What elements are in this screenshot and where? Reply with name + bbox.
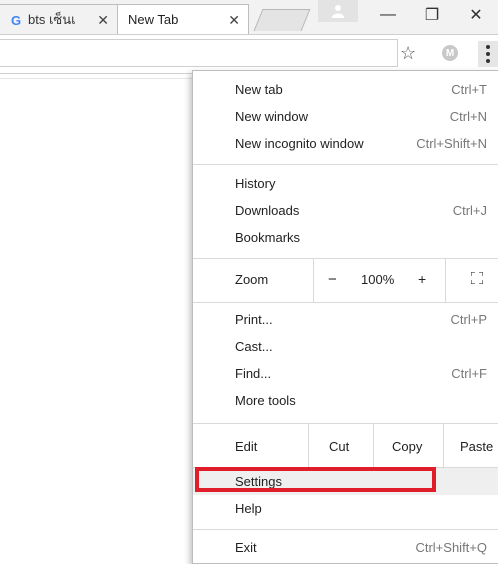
svg-text:G: G bbox=[11, 13, 21, 27]
chrome-menu-button[interactable] bbox=[478, 41, 498, 67]
edit-divider bbox=[373, 424, 374, 467]
menu-separator bbox=[193, 164, 498, 165]
shortcut-text: Ctrl+Shift+Q bbox=[415, 540, 487, 555]
menu-item-label: Print... bbox=[235, 312, 273, 327]
google-icon: G bbox=[10, 13, 24, 27]
zoom-divider bbox=[445, 259, 446, 302]
menu-item-label: More tools bbox=[235, 393, 296, 408]
edit-label: Edit bbox=[235, 439, 258, 454]
menu-item-label: New tab bbox=[235, 82, 283, 97]
menu-dot-icon bbox=[486, 45, 490, 49]
zoom-in-button[interactable]: + bbox=[418, 271, 426, 287]
menu-item-history[interactable]: History ‹ bbox=[193, 170, 498, 197]
profile-button[interactable] bbox=[318, 0, 358, 22]
shortcut-text: Ctrl+N bbox=[449, 109, 487, 124]
new-tab-button[interactable] bbox=[253, 9, 311, 31]
tab-title: New Tab bbox=[128, 12, 179, 27]
menu-item-bookmarks[interactable]: Bookmarks ‹ bbox=[193, 224, 498, 251]
menu-item-label: New window bbox=[235, 109, 308, 124]
settings-highlight-box bbox=[195, 467, 436, 492]
maximize-button[interactable]: ❐ bbox=[412, 0, 452, 30]
edit-row: Edit Cut Copy Paste bbox=[193, 424, 498, 467]
close-window-button[interactable]: ✕ bbox=[456, 0, 496, 30]
shortcut-text: Ctrl+P bbox=[450, 312, 487, 327]
menu-item-label: Exit bbox=[235, 540, 257, 555]
toolbar: ☆ M bbox=[0, 34, 498, 71]
menu-dot-icon bbox=[486, 52, 490, 56]
tab-new-tab[interactable]: New Tab ✕ bbox=[117, 4, 249, 34]
menu-item-label: History bbox=[235, 176, 276, 191]
menu-item-label: Downloads bbox=[235, 203, 300, 218]
menu-item-label: Bookmarks bbox=[235, 230, 301, 245]
minimize-button[interactable]: — bbox=[368, 0, 408, 30]
page-divider bbox=[0, 78, 192, 79]
extension-icon[interactable]: M bbox=[442, 45, 458, 61]
shortcut-text: Ctrl+Shift+N bbox=[416, 136, 487, 151]
zoom-divider bbox=[313, 259, 314, 302]
zoom-out-button[interactable]: − bbox=[328, 271, 337, 288]
shortcut-text: Ctrl+J bbox=[452, 203, 487, 218]
menu-item-label: Cast... bbox=[235, 339, 273, 354]
menu-item-label: Help bbox=[235, 501, 262, 516]
zoom-label: Zoom bbox=[235, 272, 269, 287]
menu-item-downloads[interactable]: Downloads Ctrl+J bbox=[193, 197, 498, 224]
menu-separator bbox=[193, 529, 498, 530]
tab-title: bts เซ็นเ bbox=[28, 12, 76, 27]
paste-button[interactable]: Paste bbox=[460, 439, 493, 454]
menu-item-help[interactable]: Help ‹ bbox=[193, 495, 498, 522]
menu-separator bbox=[193, 302, 498, 303]
person-icon bbox=[332, 5, 344, 18]
close-tab-icon[interactable]: ✕ bbox=[97, 12, 109, 29]
menu-item-label: New incognito window bbox=[235, 136, 364, 151]
menu-item-exit[interactable]: Exit Ctrl+Shift+Q bbox=[193, 534, 498, 561]
cut-button[interactable]: Cut bbox=[329, 439, 349, 454]
page-divider bbox=[0, 73, 192, 74]
shortcut-text: Ctrl+F bbox=[451, 366, 487, 381]
menu-item-new-tab[interactable]: New tab Ctrl+T bbox=[193, 76, 498, 103]
bookmark-star-icon[interactable]: ☆ bbox=[400, 43, 416, 63]
menu-item-label: Find... bbox=[235, 366, 272, 381]
menu-item-more-tools[interactable]: More tools ‹ bbox=[193, 387, 498, 414]
zoom-row: Zoom − 100% + bbox=[193, 259, 498, 302]
close-tab-icon[interactable]: ✕ bbox=[228, 12, 240, 29]
menu-item-cast[interactable]: Cast... bbox=[193, 333, 498, 360]
menu-dot-icon bbox=[486, 59, 490, 63]
fullscreen-icon[interactable] bbox=[471, 272, 483, 284]
edit-divider bbox=[308, 424, 309, 467]
menu-item-print[interactable]: Print... Ctrl+P bbox=[193, 306, 498, 333]
shortcut-text: Ctrl+T bbox=[451, 82, 487, 97]
tab-strip: G bts เซ็นเ ✕ New Tab ✕ — ❐ ✕ bbox=[0, 0, 498, 34]
zoom-level: 100% bbox=[361, 272, 395, 287]
edit-divider bbox=[443, 424, 444, 467]
menu-item-new-incognito-window[interactable]: New incognito window Ctrl+Shift+N bbox=[193, 130, 498, 157]
copy-button[interactable]: Copy bbox=[392, 439, 422, 454]
menu-item-new-window[interactable]: New window Ctrl+N bbox=[193, 103, 498, 130]
address-bar[interactable] bbox=[0, 39, 398, 67]
tab-bts[interactable]: G bts เซ็นเ ✕ bbox=[0, 4, 118, 34]
menu-item-find[interactable]: Find... Ctrl+F bbox=[193, 360, 498, 387]
